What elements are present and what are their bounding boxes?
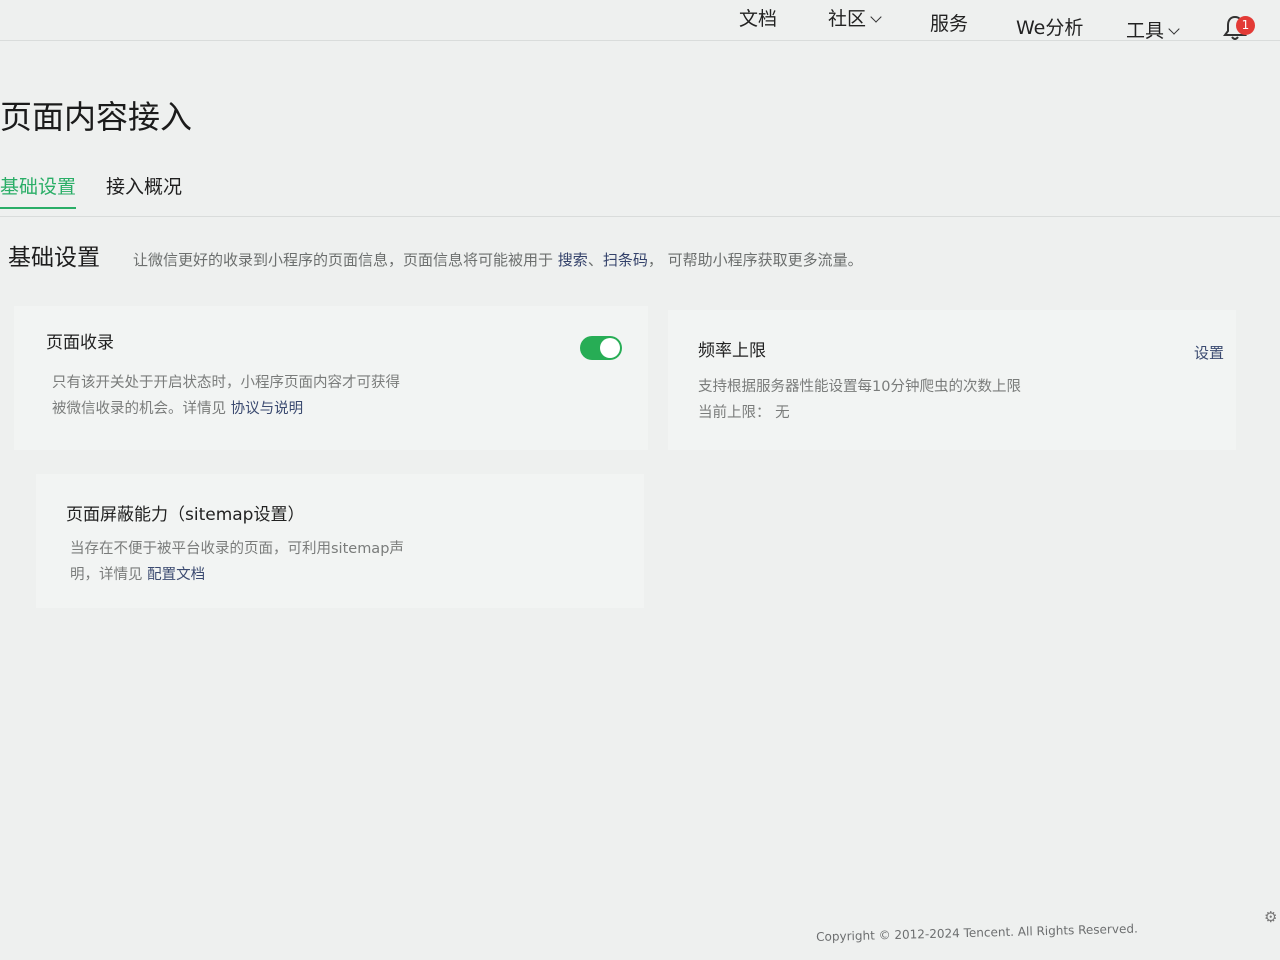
top-navigation: 文档 社区 服务 We分析 工具 1	[0, 0, 1280, 43]
page-index-desc-line1: 只有该开关处于开启状态时，小程序页面内容才可获得	[52, 375, 400, 391]
sitemap-desc-line1: 当存在不便于被平台收录的页面，可利用sitemap声	[70, 541, 404, 557]
chevron-down-icon	[870, 11, 882, 23]
page-index-card: 页面收录 只有该开关处于开启状态时，小程序页面内容才可获得 被微信收录的机会。详…	[14, 306, 648, 450]
page-index-desc-line2: 被微信收录的机会。详情见 协议与说明	[52, 396, 400, 422]
tab-bar: 基础设置 接入概况	[0, 172, 1280, 217]
section-desc-separator: 、	[587, 251, 603, 269]
rate-limit-current: 当前上限： 无	[698, 400, 1021, 426]
search-link[interactable]: 搜索	[558, 251, 588, 269]
config-docs-link[interactable]: 配置文档	[147, 567, 205, 583]
sitemap-title: 页面屏蔽能力（sitemap设置）	[66, 505, 305, 525]
notification-badge: 1	[1236, 16, 1255, 35]
section-title: 基础设置	[8, 245, 100, 271]
page-index-title: 页面收录	[46, 333, 114, 353]
page-title: 页面内容接入	[0, 98, 193, 136]
rate-limit-current-label: 当前上限：	[698, 405, 771, 421]
nav-item-community[interactable]: 社区	[828, 4, 882, 31]
rate-limit-desc-line1: 支持根据服务器性能设置每10分钟爬虫的次数上限	[698, 379, 1021, 395]
sitemap-description: 当存在不便于被平台收录的页面，可利用sitemap声 明，详情见 配置文档	[70, 536, 404, 588]
sitemap-card: 页面屏蔽能力（sitemap设置） 当存在不便于被平台收录的页面，可利用site…	[36, 474, 644, 608]
scan-barcode-link[interactable]: 扫条码	[603, 251, 648, 269]
section-description: 让微信更好的收录到小程序的页面信息，页面信息将可能被用于 搜索、扫条码， 可帮助…	[133, 249, 863, 270]
toggle-knob	[600, 338, 620, 358]
sitemap-desc-line2-text: 明，详情见	[70, 567, 143, 583]
footer-copyright: Copyright © 2012-2024 Tencent. All Right…	[816, 921, 1138, 944]
rate-limit-description: 支持根据服务器性能设置每10分钟爬虫的次数上限 当前上限： 无	[698, 374, 1021, 426]
gear-icon[interactable]: ⚙	[1264, 908, 1277, 926]
section-desc-suffix: ， 可帮助小程序获取更多流量。	[647, 251, 863, 269]
sitemap-desc-line2: 明，详情见 配置文档	[70, 562, 404, 588]
tab-basic-settings[interactable]: 基础设置	[0, 172, 77, 209]
rate-limit-current-value: 无	[775, 405, 790, 421]
section-desc-text: 让微信更好的收录到小程序的页面信息，页面信息将可能被用于	[133, 251, 554, 269]
page-index-toggle[interactable]	[580, 336, 622, 360]
rate-limit-settings-button[interactable]: 设置	[1194, 342, 1224, 363]
nav-item-we-analytics[interactable]: We分析	[1016, 13, 1083, 40]
page-index-description: 只有该开关处于开启状态时，小程序页面内容才可获得 被微信收录的机会。详情见 协议…	[52, 370, 400, 422]
page-index-desc-line2-text: 被微信收录的机会。详情见	[52, 401, 226, 417]
nav-item-docs[interactable]: 文档	[739, 4, 777, 31]
rate-limit-card: 频率上限 设置 支持根据服务器性能设置每10分钟爬虫的次数上限 当前上限： 无	[668, 310, 1236, 450]
nav-item-tools[interactable]: 工具	[1126, 16, 1180, 43]
nav-item-services[interactable]: 服务	[930, 9, 968, 36]
nav-item-tools-label: 工具	[1126, 20, 1165, 42]
rate-limit-title: 频率上限	[698, 341, 766, 361]
protocol-link[interactable]: 协议与说明	[231, 401, 304, 417]
chevron-down-icon	[1168, 23, 1180, 35]
tab-access-overview[interactable]: 接入概况	[106, 172, 182, 199]
nav-item-community-label: 社区	[828, 8, 867, 30]
